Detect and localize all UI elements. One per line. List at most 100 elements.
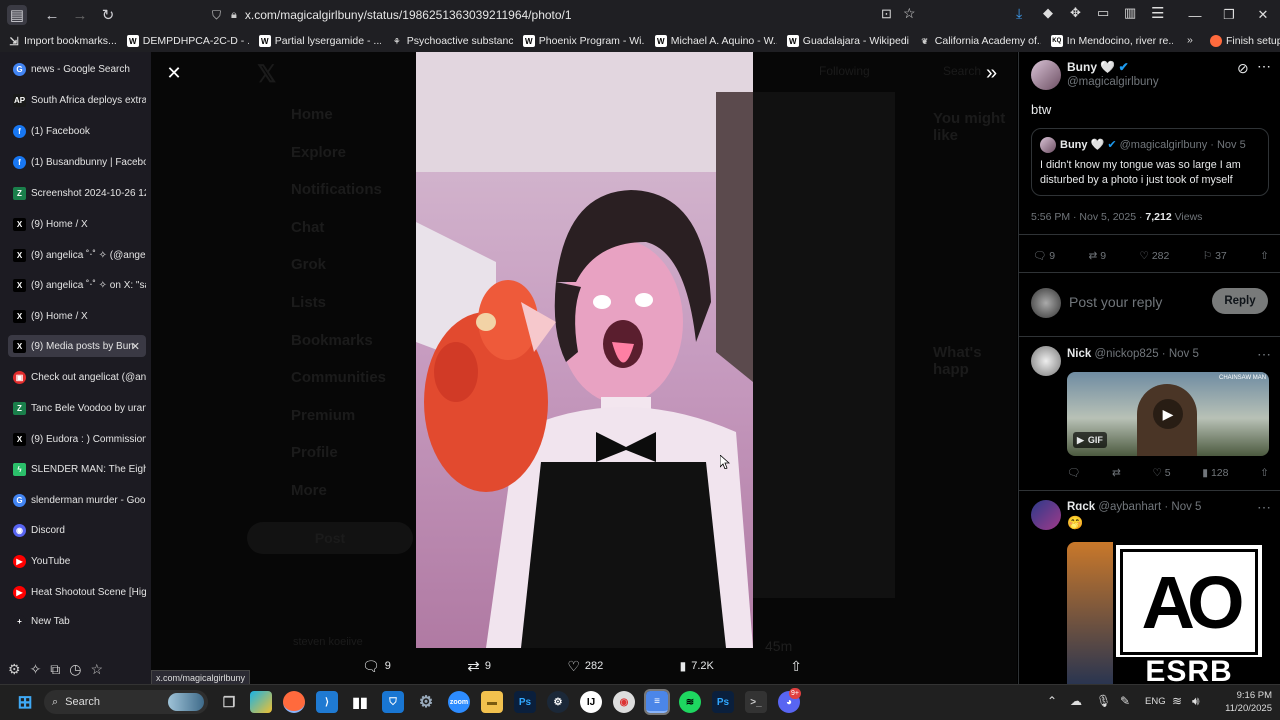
like-button[interactable]: ♡ 5 <box>1152 467 1170 479</box>
sidebar-tab[interactable]: f (1) Busandbunny | Faceboo <box>8 151 146 173</box>
sidebar-tab[interactable]: Z Tanc Bele Voodoo by urani <box>8 397 146 419</box>
star-icon[interactable]: ☆ <box>903 5 916 22</box>
author-name[interactable]: Buny 🤍 ✔ <box>1067 60 1129 74</box>
language-indicator[interactable]: ENG <box>1145 696 1166 707</box>
vlc-like-icon[interactable]: IJ <box>580 691 602 713</box>
like-button[interactable]: ♡ 282 <box>1139 250 1169 262</box>
defender-icon[interactable]: ⛉ <box>382 691 404 713</box>
share-icon[interactable]: ⇧ <box>1260 467 1269 479</box>
sidebar-tab[interactable]: Gnews - Google Search <box>8 58 146 80</box>
container-icon[interactable]: ▭ <box>1097 5 1109 21</box>
play-icon[interactable]: ▶ <box>1153 399 1183 429</box>
more-options-icon[interactable]: ⋯ <box>1257 58 1271 75</box>
author-handle[interactable]: @magicalgirlbuny <box>1067 76 1159 88</box>
maximize-icon[interactable]: ❐ <box>1212 0 1246 30</box>
photoshop-alt-icon[interactable]: Ps <box>712 691 734 713</box>
more-options-icon[interactable]: ⋯ <box>1257 499 1271 516</box>
clock[interactable]: 9:16 PM 11/20/2025 <box>1212 689 1272 715</box>
pocket-icon[interactable]: ◆ <box>1043 5 1053 21</box>
reader-icon[interactable]: ⊡ <box>881 6 892 22</box>
sidebar-tab[interactable]: X (9) Media posts by Bun ✕ <box>8 335 146 357</box>
task-view-icon[interactable]: ❐ <box>218 691 240 713</box>
share-button[interactable]: ⇧ <box>1260 250 1269 262</box>
pen-icon[interactable]: ✎ <box>1120 694 1130 708</box>
reply-avatar[interactable] <box>1031 500 1061 530</box>
sidebar-tab[interactable]: X (9) angelica ˚‧˚ ✧ (@angel <box>8 244 146 266</box>
steam-icon[interactable]: ⚙ <box>547 691 569 713</box>
file-explorer-icon[interactable]: ▬ <box>481 691 503 713</box>
extensions-icon[interactable]: ✥ <box>1070 5 1081 21</box>
vscode-icon[interactable]: ⟩ <box>316 691 338 713</box>
sidebar-tab[interactable]: X (9) Eudora : ) Commission <box>8 428 146 450</box>
bookmark-button[interactable]: ⚐ 37 <box>1203 250 1227 262</box>
bookmark-item[interactable]: W DEMPDHPCA-2C-D - ... <box>126 35 249 47</box>
sidebar-tab[interactable]: ϟ SLENDER MAN: The Eight <box>8 458 146 480</box>
photoshop-icon[interactable]: Ps <box>514 691 536 713</box>
bookmark-finish-setup[interactable]: Finish setup <box>1210 35 1280 47</box>
more-options-icon[interactable]: ⋯ <box>1257 346 1271 363</box>
sidebar-tab[interactable]: + New Tab <box>8 610 146 632</box>
sidebar-tab[interactable]: Gslenderman murder - Goo <box>8 489 146 511</box>
reply-icon[interactable]: 🗨︎ <box>1067 466 1080 479</box>
sidebar-tab[interactable]: X (9) Home / X <box>8 305 146 327</box>
author-avatar[interactable] <box>1031 60 1061 90</box>
repost-button[interactable]: ⇄ 9 <box>1089 250 1107 262</box>
bookmark-item[interactable]: ❦ California Academy of... <box>919 35 1040 47</box>
onedrive-icon[interactable]: ☁ <box>1070 694 1082 708</box>
sidebar-tab[interactable]: ▣ Check out angelicat (@ang <box>8 366 146 388</box>
bookmarks-icon[interactable]: ☆ <box>91 661 104 678</box>
sidebar-toggle-icon[interactable]: ▤ <box>7 5 27 25</box>
bookmark-item[interactable]: KQ In Mendocino, river re... <box>1050 35 1173 47</box>
close-viewer-icon[interactable]: ✕ <box>165 63 183 83</box>
minimize-icon[interactable]: — <box>1178 0 1212 30</box>
reload-icon[interactable]: ↻ <box>95 2 121 28</box>
close-tab-icon[interactable]: ✕ <box>131 340 140 353</box>
chrome-icon[interactable]: ◉ <box>613 691 635 713</box>
sidebar-tab[interactable]: ▶ Heat Shootout Scene [Hig <box>8 581 146 603</box>
terminal-icon[interactable]: >_ <box>745 691 767 713</box>
synced-tabs-icon[interactable]: ⧉ <box>50 661 60 678</box>
close-window-icon[interactable]: ✕ <box>1246 0 1280 30</box>
views-button[interactable]: ▮ 128 <box>1202 467 1228 479</box>
reply-button[interactable]: 🗨︎ 9 <box>1033 249 1055 262</box>
more-bookmarks-icon[interactable]: » <box>1187 34 1193 46</box>
bookmark-import[interactable]: ⇲ Import bookmarks... <box>8 35 116 47</box>
history-icon[interactable]: ◷ <box>69 661 81 678</box>
spotify-icon[interactable]: ≋ <box>679 691 701 713</box>
volume-icon[interactable]: 🔊︎ <box>1192 694 1200 709</box>
media-like-button[interactable]: ♡ 282 <box>567 658 603 675</box>
menu-icon[interactable]: ☰ <box>1151 4 1164 22</box>
media-views-button[interactable]: ▮ 7.2K <box>680 659 714 673</box>
sidebar-tab[interactable]: X (9) Home / X <box>8 213 146 235</box>
microphone-icon[interactable]: 🎙︎ <box>1096 694 1111 708</box>
reply-input[interactable]: Post your reply <box>1069 294 1162 310</box>
bookmark-item[interactable]: W Guadalajara - Wikipedia <box>786 35 909 47</box>
show-hidden-icons[interactable]: ⌃ <box>1047 694 1057 708</box>
sidebar-tab[interactable]: ▶ YouTube <box>8 550 146 572</box>
audio-app-icon[interactable]: ▮▮ <box>349 691 371 713</box>
bookmark-item[interactable]: ⚘ Psychoactive substanc... <box>391 35 513 47</box>
windows-start-icon[interactable]: ⊞ <box>14 691 36 713</box>
bookmark-item[interactable]: W Michael A. Aquino - W... <box>654 35 777 47</box>
ai-icon[interactable]: ✧ <box>30 661 42 678</box>
sidebar-tab[interactable]: ◉ Discord <box>8 519 146 541</box>
settings-app-icon[interactable]: ⚙ <box>415 691 437 713</box>
wifi-icon[interactable]: ≋ <box>1172 694 1182 708</box>
post-photo[interactable] <box>416 52 753 648</box>
settings-icon[interactable]: ⚙ <box>8 661 21 678</box>
bookmark-item[interactable]: W Phoenix Program - Wi... <box>522 35 645 47</box>
sidebar-tab[interactable]: X (9) angelica ˚‧˚ ✧ on X: "sa <box>8 274 146 296</box>
sidebar-icon[interactable]: ▥ <box>1124 5 1136 21</box>
address-bar[interactable]: ⛉ 🔒︎ x.com/magicalgirlbuny/status/198625… <box>212 3 928 27</box>
download-icon[interactable]: ⤓ <box>1016 5 1022 22</box>
expand-panel-icon[interactable]: » <box>986 62 997 85</box>
reply-submit-button[interactable]: Reply <box>1212 288 1268 314</box>
back-icon[interactable]: ← <box>39 2 65 28</box>
grok-icon[interactable]: ⊘ <box>1237 60 1249 77</box>
media-repost-button[interactable]: ⇄ 9 <box>467 657 491 675</box>
media-reply-button[interactable]: 🗨︎ 9 <box>362 658 391 675</box>
forward-icon[interactable]: → <box>67 2 93 28</box>
notepad-icon[interactable]: ≡ <box>644 689 670 715</box>
reply-avatar[interactable] <box>1031 346 1061 376</box>
media-share-button[interactable]: ⇧ <box>790 658 802 675</box>
